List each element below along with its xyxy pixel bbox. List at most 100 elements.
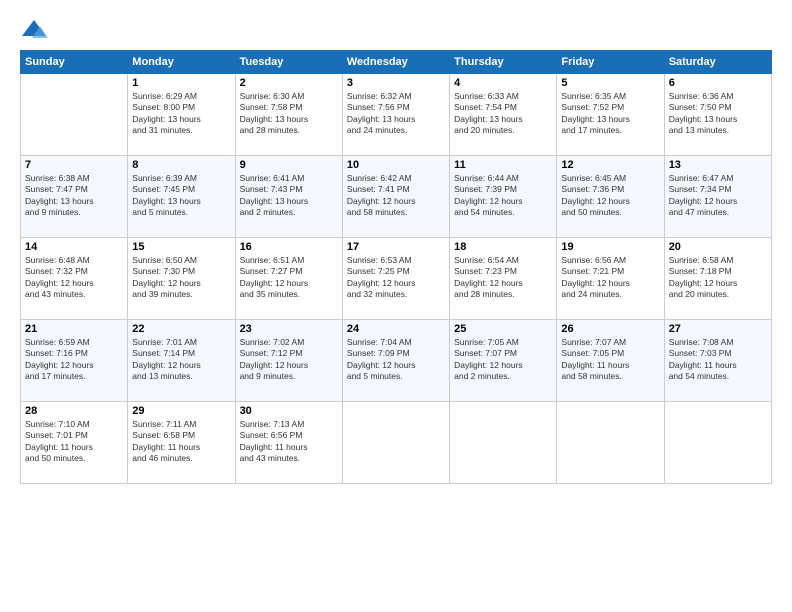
day-info: Sunrise: 7:05 AMSunset: 7:07 PMDaylight:…	[454, 337, 552, 383]
weekday-saturday: Saturday	[664, 51, 771, 74]
calendar-cell: 28 Sunrise: 7:10 AMSunset: 7:01 PMDayligh…	[21, 402, 128, 484]
day-number: 6	[669, 77, 767, 89]
day-info: Sunrise: 7:13 AMSunset: 6:56 PMDaylight:…	[240, 419, 338, 465]
day-number: 12	[561, 159, 659, 171]
calendar-cell	[21, 74, 128, 156]
day-info: Sunrise: 7:02 AMSunset: 7:12 PMDaylight:…	[240, 337, 338, 383]
weekday-thursday: Thursday	[450, 51, 557, 74]
weekday-sunday: Sunday	[21, 51, 128, 74]
calendar-cell	[342, 402, 449, 484]
day-info: Sunrise: 6:29 AMSunset: 8:00 PMDaylight:…	[132, 91, 230, 137]
calendar-cell: 8 Sunrise: 6:39 AMSunset: 7:45 PMDaylight…	[128, 156, 235, 238]
calendar-cell: 7Sunrise: 6:38 AMSunset: 7:47 PMDaylight…	[21, 156, 128, 238]
day-info: Sunrise: 6:39 AMSunset: 7:45 PMDaylight:…	[132, 173, 230, 219]
day-info: Sunrise: 6:42 AMSunset: 7:41 PMDaylight:…	[347, 173, 445, 219]
day-number: 8	[132, 159, 230, 171]
day-number: 25	[454, 323, 552, 335]
calendar-cell: 15 Sunrise: 6:50 AMSunset: 7:30 PMDayligh…	[128, 238, 235, 320]
day-info: Sunrise: 6:56 AMSunset: 7:21 PMDaylight:…	[561, 255, 659, 301]
day-number: 29	[132, 405, 230, 417]
header	[20, 18, 772, 40]
day-info: Sunrise: 6:59 AMSunset: 7:16 PMDaylight:…	[25, 337, 123, 383]
day-info: Sunrise: 6:53 AMSunset: 7:25 PMDaylight:…	[347, 255, 445, 301]
day-number: 17	[347, 241, 445, 253]
day-info: Sunrise: 6:38 AMSunset: 7:47 PMDaylight:…	[25, 173, 123, 219]
day-info: Sunrise: 6:35 AMSunset: 7:52 PMDaylight:…	[561, 91, 659, 137]
day-number: 1	[132, 77, 230, 89]
day-number: 14	[25, 241, 123, 253]
day-number: 3	[347, 77, 445, 89]
day-number: 4	[454, 77, 552, 89]
day-info: Sunrise: 6:47 AMSunset: 7:34 PMDaylight:…	[669, 173, 767, 219]
calendar-cell: 13Sunrise: 6:47 AMSunset: 7:34 PMDayligh…	[664, 156, 771, 238]
day-number: 30	[240, 405, 338, 417]
day-info: Sunrise: 6:32 AMSunset: 7:56 PMDaylight:…	[347, 91, 445, 137]
calendar-cell	[664, 402, 771, 484]
week-row-1: 7Sunrise: 6:38 AMSunset: 7:47 PMDaylight…	[21, 156, 772, 238]
calendar-cell: 24Sunrise: 7:04 AMSunset: 7:09 PMDayligh…	[342, 320, 449, 402]
day-info: Sunrise: 7:08 AMSunset: 7:03 PMDaylight:…	[669, 337, 767, 383]
weekday-monday: Monday	[128, 51, 235, 74]
calendar-cell: 6 Sunrise: 6:36 AMSunset: 7:50 PMDaylight…	[664, 74, 771, 156]
calendar-cell: 26Sunrise: 7:07 AMSunset: 7:05 PMDayligh…	[557, 320, 664, 402]
day-info: Sunrise: 6:58 AMSunset: 7:18 PMDaylight:…	[669, 255, 767, 301]
day-number: 23	[240, 323, 338, 335]
weekday-tuesday: Tuesday	[235, 51, 342, 74]
day-info: Sunrise: 6:45 AMSunset: 7:36 PMDaylight:…	[561, 173, 659, 219]
calendar-cell: 25 Sunrise: 7:05 AMSunset: 7:07 PMDayligh…	[450, 320, 557, 402]
day-number: 5	[561, 77, 659, 89]
calendar-cell: 2Sunrise: 6:30 AMSunset: 7:58 PMDaylight…	[235, 74, 342, 156]
week-row-0: 1 Sunrise: 6:29 AMSunset: 8:00 PMDaylight…	[21, 74, 772, 156]
calendar-cell: 14Sunrise: 6:48 AMSunset: 7:32 PMDayligh…	[21, 238, 128, 320]
calendar-cell	[557, 402, 664, 484]
day-info: Sunrise: 6:33 AMSunset: 7:54 PMDaylight:…	[454, 91, 552, 137]
week-row-2: 14Sunrise: 6:48 AMSunset: 7:32 PMDayligh…	[21, 238, 772, 320]
weekday-header-row: SundayMondayTuesdayWednesdayThursdayFrid…	[21, 51, 772, 74]
calendar-cell: 10Sunrise: 6:42 AMSunset: 7:41 PMDayligh…	[342, 156, 449, 238]
calendar-table: SundayMondayTuesdayWednesdayThursdayFrid…	[20, 50, 772, 484]
calendar-cell: 19 Sunrise: 6:56 AMSunset: 7:21 PMDayligh…	[557, 238, 664, 320]
day-number: 11	[454, 159, 552, 171]
day-info: Sunrise: 7:10 AMSunset: 7:01 PMDaylight:…	[25, 419, 123, 465]
calendar-cell: 20 Sunrise: 6:58 AMSunset: 7:18 PMDayligh…	[664, 238, 771, 320]
day-info: Sunrise: 7:11 AMSunset: 6:58 PMDaylight:…	[132, 419, 230, 465]
logo	[20, 18, 52, 40]
day-info: Sunrise: 6:51 AMSunset: 7:27 PMDaylight:…	[240, 255, 338, 301]
calendar-cell: 12 Sunrise: 6:45 AMSunset: 7:36 PMDayligh…	[557, 156, 664, 238]
logo-icon	[20, 18, 48, 40]
calendar-cell	[450, 402, 557, 484]
calendar-cell: 27Sunrise: 7:08 AMSunset: 7:03 PMDayligh…	[664, 320, 771, 402]
day-info: Sunrise: 6:41 AMSunset: 7:43 PMDaylight:…	[240, 173, 338, 219]
week-row-4: 28 Sunrise: 7:10 AMSunset: 7:01 PMDayligh…	[21, 402, 772, 484]
calendar-cell: 3 Sunrise: 6:32 AMSunset: 7:56 PMDaylight…	[342, 74, 449, 156]
day-info: Sunrise: 6:50 AMSunset: 7:30 PMDaylight:…	[132, 255, 230, 301]
day-info: Sunrise: 6:54 AMSunset: 7:23 PMDaylight:…	[454, 255, 552, 301]
calendar-cell: 30 Sunrise: 7:13 AMSunset: 6:56 PMDayligh…	[235, 402, 342, 484]
day-info: Sunrise: 7:04 AMSunset: 7:09 PMDaylight:…	[347, 337, 445, 383]
day-number: 18	[454, 241, 552, 253]
day-info: Sunrise: 7:01 AMSunset: 7:14 PMDaylight:…	[132, 337, 230, 383]
calendar-cell: 22 Sunrise: 7:01 AMSunset: 7:14 PMDayligh…	[128, 320, 235, 402]
calendar-cell: 23 Sunrise: 7:02 AMSunset: 7:12 PMDayligh…	[235, 320, 342, 402]
week-row-3: 21 Sunrise: 6:59 AMSunset: 7:16 PMDayligh…	[21, 320, 772, 402]
calendar-cell: 18 Sunrise: 6:54 AMSunset: 7:23 PMDayligh…	[450, 238, 557, 320]
day-number: 28	[25, 405, 123, 417]
day-number: 15	[132, 241, 230, 253]
calendar-cell: 4 Sunrise: 6:33 AMSunset: 7:54 PMDaylight…	[450, 74, 557, 156]
day-number: 20	[669, 241, 767, 253]
day-info: Sunrise: 6:44 AMSunset: 7:39 PMDaylight:…	[454, 173, 552, 219]
day-number: 22	[132, 323, 230, 335]
day-number: 26	[561, 323, 659, 335]
weekday-wednesday: Wednesday	[342, 51, 449, 74]
day-number: 16	[240, 241, 338, 253]
calendar-cell: 17 Sunrise: 6:53 AMSunset: 7:25 PMDayligh…	[342, 238, 449, 320]
calendar-cell: 29 Sunrise: 7:11 AMSunset: 6:58 PMDayligh…	[128, 402, 235, 484]
calendar-cell: 11 Sunrise: 6:44 AMSunset: 7:39 PMDayligh…	[450, 156, 557, 238]
day-number: 21	[25, 323, 123, 335]
page: SundayMondayTuesdayWednesdayThursdayFrid…	[0, 0, 792, 612]
calendar-cell: 9 Sunrise: 6:41 AMSunset: 7:43 PMDaylight…	[235, 156, 342, 238]
day-info: Sunrise: 6:36 AMSunset: 7:50 PMDaylight:…	[669, 91, 767, 137]
day-number: 19	[561, 241, 659, 253]
day-number: 9	[240, 159, 338, 171]
weekday-friday: Friday	[557, 51, 664, 74]
